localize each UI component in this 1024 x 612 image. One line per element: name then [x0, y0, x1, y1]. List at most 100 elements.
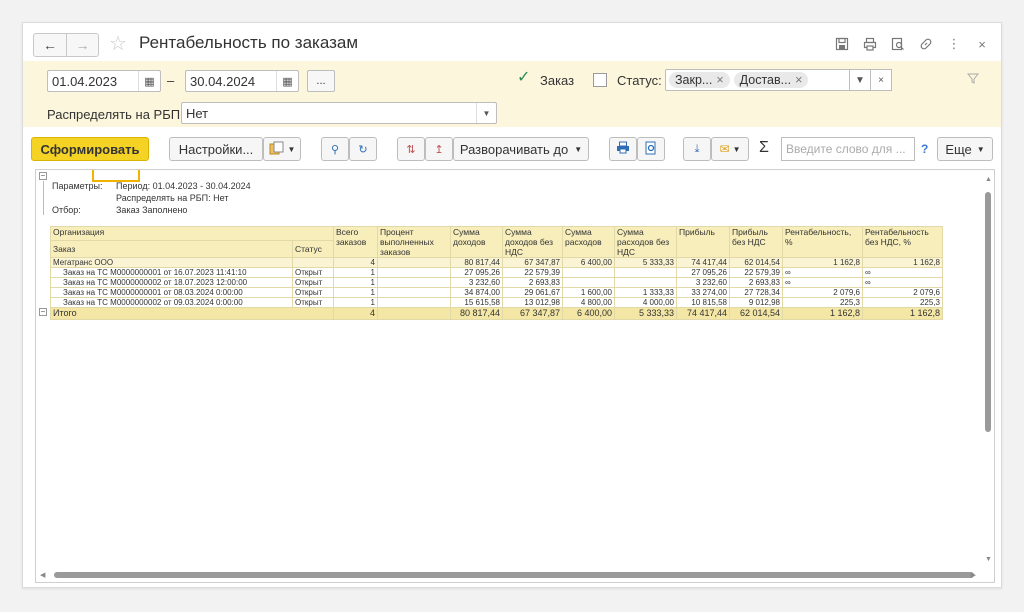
sum-icon[interactable]: Σ: [759, 139, 769, 157]
order-checkbox[interactable]: ✓: [517, 70, 531, 86]
group-rent-nv: 1 162,8: [862, 257, 943, 268]
group-expense-nv: 5 333,33: [614, 257, 677, 268]
group-profit-nv: 62 014,54: [729, 257, 783, 268]
arrow-right-icon: →: [75, 37, 90, 53]
group-row[interactable]: Мегатранс ООО 4 80 817,44 67 347,87 6 40…: [50, 257, 943, 268]
row-profit: 10 815,58: [676, 297, 730, 308]
scroll-up-icon[interactable]: ▲: [985, 176, 992, 183]
find-next-button[interactable]: ↻: [349, 137, 377, 161]
header-profitability-no-vat: Рентабельность без НДС, %: [862, 226, 943, 258]
find-button[interactable]: ⚲: [321, 137, 349, 161]
table-row[interactable]: Заказ на ТС М0000000001 от 08.03.2024 0:…: [50, 287, 943, 298]
row-status: Открыт: [292, 297, 334, 308]
table-row[interactable]: Заказ на ТС М0000000001 от 16.07.2023 11…: [50, 267, 943, 278]
date-to-field[interactable]: 30.04.2024 ▦: [185, 70, 299, 92]
vertical-scrollbar[interactable]: ▲ ▼: [982, 170, 994, 570]
row-rent-nv: ∞: [862, 277, 943, 288]
row-expense: [562, 267, 615, 278]
remove-tag-icon[interactable]: ×: [795, 73, 802, 87]
row-profit: 33 274,00: [676, 287, 730, 298]
save-icon[interactable]: [833, 35, 851, 53]
horizontal-scrollbar[interactable]: ◀ ▶: [36, 568, 994, 582]
link-icon[interactable]: [917, 35, 935, 53]
row-expense: 4 800,00: [562, 297, 615, 308]
group-income-nv: 67 347,87: [502, 257, 563, 268]
chevron-down-icon: ▼: [574, 144, 583, 154]
status-checkbox[interactable]: [593, 73, 607, 87]
filter-funnel-icon[interactable]: [966, 73, 980, 87]
header-profit-no-vat: Прибыль без НДС: [729, 226, 783, 258]
more-vertical-icon[interactable]: ⋮: [945, 35, 963, 53]
status-tags-field[interactable]: Закр... × Достав... ×: [665, 69, 865, 91]
status-tag[interactable]: Достав... ×: [733, 72, 809, 88]
search-help-button[interactable]: ?: [921, 142, 928, 156]
total-income-nv: 67 347,87: [502, 307, 563, 320]
group-expense: 6 400,00: [562, 257, 615, 268]
row-expense: 1 600,00: [562, 287, 615, 298]
report-spreadsheet[interactable]: – – Параметры: Период: 01.04.2023 - 30.0…: [35, 169, 995, 583]
search-input[interactable]: Введите слово для ...: [781, 137, 915, 161]
report-table: Организация Всего заказов Процент выполн…: [50, 225, 943, 320]
collapse-group-icon[interactable]: –: [39, 172, 47, 180]
date-from-value: 01.04.2023: [52, 73, 118, 89]
status-tag[interactable]: Закр... ×: [669, 72, 730, 88]
print-icon[interactable]: [861, 35, 879, 53]
page-title: Рентабельность по заказам: [139, 33, 359, 52]
horizontal-scroll-thumb[interactable]: [54, 572, 974, 578]
date-to-value: 30.04.2024: [190, 73, 256, 89]
expand-levels-icon: ↥: [434, 143, 444, 156]
group-status: [292, 257, 334, 268]
arrow-left-icon: ←: [43, 37, 57, 53]
print-icon: [616, 141, 630, 157]
table-row[interactable]: Заказ на ТС М0000000002 от 09.03.2024 0:…: [50, 297, 943, 308]
calendar-icon[interactable]: ▦: [276, 71, 298, 91]
period-select-button[interactable]: ...: [307, 70, 335, 92]
print-preview-button[interactable]: [637, 137, 665, 161]
row-total: 1: [333, 277, 378, 288]
header-expense: Сумма расходов: [562, 226, 615, 258]
collapse-all-button[interactable]: ⇅: [397, 137, 425, 161]
calendar-icon[interactable]: ▦: [138, 71, 160, 91]
collapse-group-icon[interactable]: –: [39, 308, 47, 316]
back-button[interactable]: ←: [34, 34, 66, 56]
close-icon[interactable]: ×: [973, 35, 991, 53]
group-rent: 1 162,8: [782, 257, 863, 268]
favorite-star-icon[interactable]: ☆: [109, 31, 127, 56]
print-button[interactable]: [609, 137, 637, 161]
distribute-label: Распределять на РБП:: [47, 107, 184, 122]
status-clear-button[interactable]: ×: [870, 69, 892, 91]
row-status: Открыт: [292, 287, 334, 298]
row-income-nv: 13 012,98: [502, 297, 563, 308]
settings-button[interactable]: Настройки...: [169, 137, 263, 161]
forward-button[interactable]: →: [66, 34, 98, 56]
expand-all-button[interactable]: ↥: [425, 137, 453, 161]
save-to-file-button[interactable]: ⤓: [683, 137, 711, 161]
row-rent-nv: ∞: [862, 267, 943, 278]
header-income: Сумма доходов: [450, 226, 503, 258]
row-profit: 3 232,60: [676, 277, 730, 288]
generate-button[interactable]: Сформировать: [31, 137, 149, 161]
status-dropdown-button[interactable]: ▼: [849, 69, 871, 91]
row-total: 1: [333, 267, 378, 278]
group-income: 80 817,44: [450, 257, 503, 268]
total-row[interactable]: Итого 4 80 817,44 67 347,87 6 400,00 5 3…: [50, 307, 943, 320]
total-rent: 1 162,8: [782, 307, 863, 320]
chevron-down-icon[interactable]: ▼: [476, 103, 496, 123]
filter-panel: 01.04.2023 ▦ – 30.04.2024 ▦ ... ✓ Заказ …: [23, 61, 1001, 127]
more-button[interactable]: Еще ▼: [937, 137, 993, 161]
scroll-right-icon[interactable]: ▶: [971, 571, 976, 579]
expand-to-dropdown[interactable]: Разворачивать до ▼: [453, 137, 589, 161]
scroll-down-icon[interactable]: ▼: [985, 556, 992, 563]
table-row[interactable]: Заказ на ТС М0000000002 от 18.07.2023 12…: [50, 277, 943, 288]
vertical-scroll-thumb[interactable]: [985, 192, 991, 432]
send-email-dropdown[interactable]: ✉ ▼: [711, 137, 749, 161]
row-profit-nv: 2 693,83: [729, 277, 783, 288]
report-window: ← → ☆ Рентабельность по заказам ⋮ × 01.0…: [22, 22, 1002, 588]
distribute-select[interactable]: Нет ▼: [181, 102, 497, 124]
scroll-left-icon[interactable]: ◀: [40, 571, 45, 579]
remove-tag-icon[interactable]: ×: [716, 73, 723, 87]
total-name: Итого: [50, 307, 334, 320]
variant-dropdown-button[interactable]: ▼: [263, 137, 301, 161]
date-from-field[interactable]: 01.04.2023 ▦: [47, 70, 161, 92]
preview-icon[interactable]: [889, 35, 907, 53]
